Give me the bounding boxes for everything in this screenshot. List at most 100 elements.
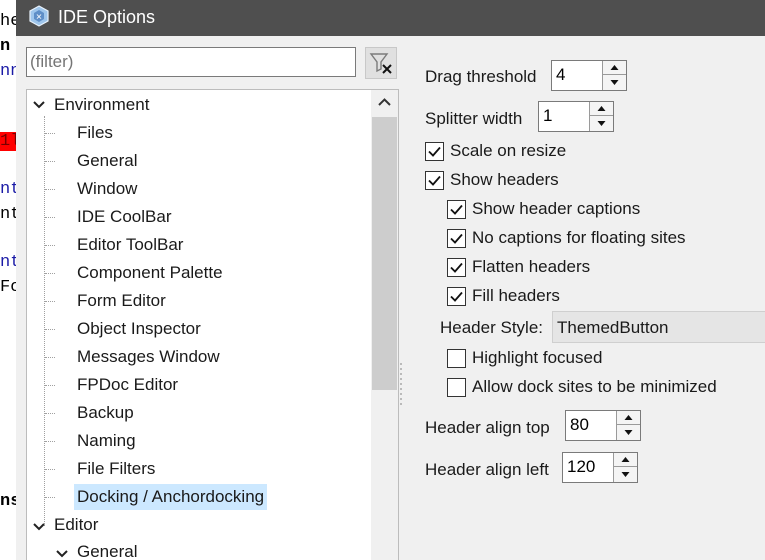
lazarus-app-icon: ✕ (29, 5, 49, 27)
tree-item-component-palette[interactable]: Component Palette (77, 260, 223, 286)
clear-filter-button[interactable] (365, 47, 397, 79)
svg-text:✕: ✕ (36, 13, 43, 22)
tree-item-docking-anchordocking[interactable]: Docking / Anchordocking (74, 484, 268, 510)
checkbox-box[interactable] (447, 287, 466, 306)
tree-guide-line (45, 133, 55, 134)
spin-up-button[interactable] (616, 411, 640, 425)
tree-item-environment[interactable]: Environment (54, 92, 149, 118)
header-style-label: Header Style: (440, 318, 543, 337)
checkbox-label: Fill headers (472, 286, 560, 305)
ide-options-dialog: ✕ IDE Options Environment Files General … (16, 0, 765, 560)
checkbox-label: Flatten headers (472, 257, 591, 276)
tree-item-files[interactable]: Files (77, 120, 113, 146)
header-style-value: ThemedButton (557, 318, 669, 337)
tree-item-object-inspector[interactable]: Object Inspector (77, 316, 201, 342)
checkbox-label: Scale on resize (450, 141, 567, 160)
spin-up-arrow-icon (610, 65, 619, 70)
checkmark-icon (450, 204, 463, 215)
filter-clear-icon (369, 53, 392, 74)
tree-item-form-editor[interactable]: Form Editor (77, 288, 166, 314)
tree-item-editor[interactable]: Editor (54, 512, 98, 538)
drag-threshold-value[interactable]: 4 (556, 65, 565, 85)
tree-guide-line (45, 245, 55, 246)
tree-item-file-filters[interactable]: File Filters (77, 456, 155, 482)
checkbox-box[interactable] (447, 258, 466, 277)
splitter-grip[interactable] (399, 362, 403, 408)
header-align-top-label: Header align top (425, 418, 550, 437)
tree-guide-line (45, 301, 55, 302)
tree-guide-line (45, 497, 55, 498)
checkmark-icon (450, 262, 463, 273)
tree-guide-line (45, 469, 55, 470)
header-align-left-value[interactable]: 120 (567, 457, 595, 477)
tree-guide-line (45, 385, 55, 386)
spin-up-button[interactable] (602, 61, 626, 75)
checkbox-box[interactable] (447, 349, 466, 368)
spin-up-button[interactable] (589, 102, 613, 116)
filter-input[interactable] (26, 47, 356, 77)
checkbox-label: Show header captions (472, 199, 641, 218)
spin-down-button[interactable] (616, 425, 640, 440)
tree-item-window[interactable]: Window (77, 176, 137, 202)
checkbox-label: No captions for floating sites (472, 228, 686, 247)
spin-up-arrow-icon (624, 415, 633, 420)
tree-guide-line (45, 161, 55, 162)
tree-item-naming[interactable]: Naming (77, 428, 136, 454)
header-align-top-value[interactable]: 80 (570, 415, 589, 435)
options-tree[interactable]: Environment Files General Window IDE Coo… (26, 89, 399, 560)
code-line: ns (0, 492, 16, 511)
background-code-editor: he n nn 1l nt nt nt Fo ns (0, 0, 16, 560)
expand-chevron-down-icon[interactable] (32, 98, 46, 112)
checkmark-icon (428, 175, 441, 186)
spin-down-arrow-icon (621, 472, 630, 477)
spin-up-arrow-icon (597, 106, 606, 111)
checkbox-box[interactable] (425, 142, 444, 161)
tree-guide-line (45, 441, 55, 442)
code-line: n (0, 37, 11, 56)
drag-threshold-spinedit[interactable]: 4 (551, 60, 627, 91)
spin-down-button[interactable] (602, 75, 626, 90)
checkbox-label: Highlight focused (472, 348, 603, 367)
drag-threshold-label: Drag threshold (425, 67, 537, 86)
spin-down-arrow-icon (610, 80, 619, 85)
checkmark-icon (450, 233, 463, 244)
tree-guide-line (44, 116, 45, 526)
splitter-width-label: Splitter width (425, 109, 523, 128)
title-bar[interactable]: ✕ IDE Options (16, 0, 765, 36)
spin-down-arrow-icon (624, 430, 633, 435)
spin-up-button[interactable] (613, 453, 637, 467)
checkbox-box[interactable] (447, 378, 466, 397)
header-align-left-spinedit[interactable]: 120 (562, 452, 638, 483)
tree-vertical-scrollbar[interactable] (371, 90, 398, 560)
tree-item-messages-window[interactable]: Messages Window (77, 344, 220, 370)
expand-chevron-down-icon[interactable] (55, 547, 69, 560)
checkbox-box[interactable] (425, 171, 444, 190)
tree-guide-line (45, 273, 55, 274)
code-line-error-highlight: 1l (0, 132, 16, 151)
code-line: he (0, 12, 16, 31)
tree-item-editor-toolbar[interactable]: Editor ToolBar (77, 232, 183, 258)
spin-down-button[interactable] (589, 116, 613, 131)
tree-item-editor-general[interactable]: General (77, 539, 137, 560)
scroll-up-arrow-icon[interactable] (371, 90, 398, 116)
splitter-width-value[interactable]: 1 (543, 106, 552, 126)
tree-item-ide-coolbar[interactable]: IDE CoolBar (77, 204, 171, 230)
tree-guide-line (45, 189, 55, 190)
checkbox-box[interactable] (447, 229, 466, 248)
checkmark-icon (450, 291, 463, 302)
header-style-combobox[interactable]: ThemedButton (552, 311, 765, 343)
tree-guide-line (45, 217, 55, 218)
splitter-width-spinedit[interactable]: 1 (538, 101, 614, 132)
tree-item-backup[interactable]: Backup (77, 400, 134, 426)
tree-guide-line (45, 413, 55, 414)
expand-chevron-down-icon[interactable] (32, 520, 46, 534)
tree-item-general[interactable]: General (77, 148, 137, 174)
spin-down-button[interactable] (613, 467, 637, 482)
scrollbar-thumb[interactable] (372, 117, 397, 390)
header-align-top-spinedit[interactable]: 80 (565, 410, 641, 441)
code-line: nn (0, 62, 16, 81)
checkbox-label: Show headers (450, 170, 559, 189)
code-line: Fo (0, 278, 16, 297)
tree-item-fpdoc-editor[interactable]: FPDoc Editor (77, 372, 178, 398)
checkbox-box[interactable] (447, 200, 466, 219)
